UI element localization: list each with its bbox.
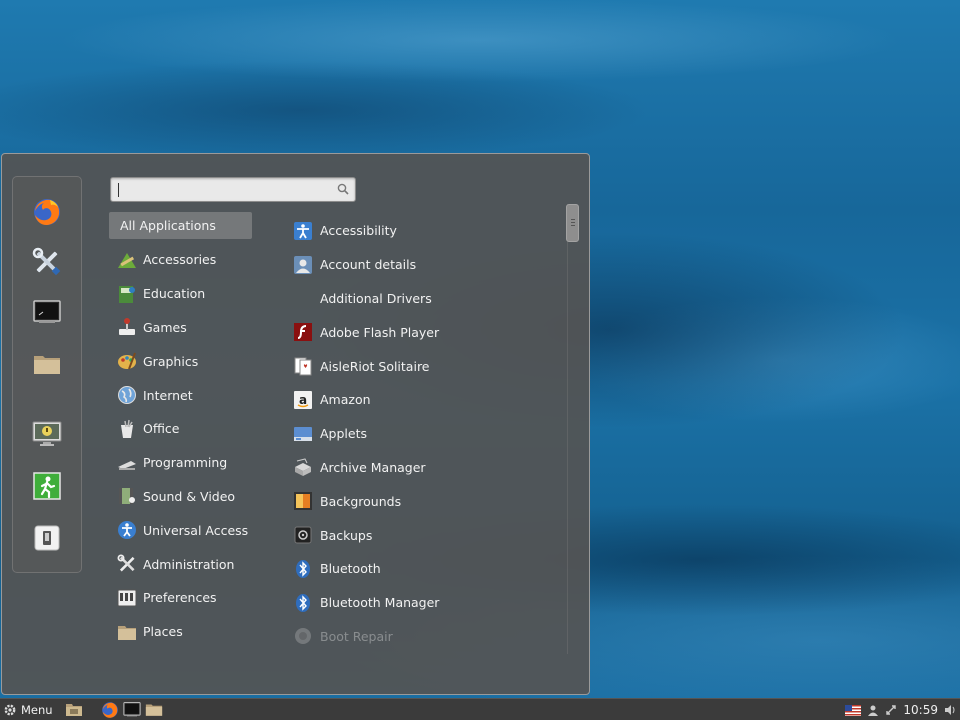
category-games[interactable]: Games	[109, 311, 269, 345]
app-backups[interactable]: Backups	[293, 518, 558, 552]
app-bluetooth[interactable]: Bluetooth	[293, 552, 558, 586]
app-aisleriot-solitaire[interactable]: AisleRiot Solitaire	[293, 349, 558, 383]
universal-access-icon	[117, 520, 137, 540]
app-list-scrollbar[interactable]	[567, 204, 579, 654]
places-icon	[117, 622, 137, 642]
category-education[interactable]: Education	[109, 277, 269, 311]
exit-icon	[33, 472, 61, 500]
folder-icon	[34, 356, 60, 374]
search-icon	[337, 183, 349, 198]
app-account-details[interactable]: Account details	[293, 248, 558, 282]
category-internet[interactable]: Internet	[109, 378, 269, 412]
category-places[interactable]: Places	[109, 615, 269, 649]
user-icon[interactable]	[867, 704, 879, 716]
application-menu: All Applications Accessories Education G…	[1, 153, 590, 695]
favorite-lock-screen[interactable]	[30, 417, 64, 451]
education-icon	[117, 284, 137, 304]
app-amazon[interactable]: a Amazon	[293, 383, 558, 417]
category-graphics[interactable]: Graphics	[109, 344, 269, 378]
menu-button[interactable]: Menu	[0, 703, 53, 717]
scrollbar-thumb[interactable]	[566, 204, 579, 242]
tools-icon	[32, 247, 61, 276]
lock-screen-icon	[32, 421, 62, 446]
favorite-files[interactable]	[30, 347, 64, 381]
bluetooth-icon	[293, 559, 313, 579]
show-desktop-icon	[65, 704, 82, 716]
bottom-panel: Menu 10:59	[0, 698, 960, 720]
app-accessibility[interactable]: Accessibility	[293, 214, 558, 248]
boot-repair-icon	[293, 626, 313, 646]
app-bluetooth-manager[interactable]: Bluetooth Manager	[293, 586, 558, 620]
network-icon[interactable]	[885, 704, 897, 716]
firefox-icon	[34, 199, 60, 225]
favorite-settings[interactable]	[30, 245, 64, 279]
us-flag-icon[interactable]	[845, 704, 862, 716]
category-office[interactable]: Office	[109, 412, 269, 446]
favorite-shutdown[interactable]	[30, 521, 64, 555]
favorite-firefox[interactable]	[30, 195, 64, 229]
clock[interactable]: 10:59	[903, 703, 938, 717]
category-accessories[interactable]: Accessories	[109, 243, 269, 277]
app-additional-drivers[interactable]: Additional Drivers	[293, 282, 558, 316]
terminal-icon	[122, 702, 141, 717]
bluetooth-manager-icon	[293, 593, 313, 613]
favorites-panel	[12, 176, 82, 573]
category-universal-access[interactable]: Universal Access	[109, 513, 269, 547]
svg-text:a: a	[299, 393, 307, 407]
account-icon	[293, 255, 313, 275]
programming-icon	[117, 453, 137, 473]
folder-icon	[145, 704, 162, 716]
text-cursor	[118, 183, 119, 197]
menu-gear-icon	[4, 704, 16, 715]
launcher-files[interactable]	[143, 700, 165, 720]
category-programming[interactable]: Programming	[109, 446, 269, 480]
app-adobe-flash-player[interactable]: Adobe Flash Player	[293, 315, 558, 349]
administration-icon	[117, 554, 137, 574]
application-list: Accessibility Account details Additional…	[293, 214, 558, 653]
category-preferences[interactable]: Preferences	[109, 581, 269, 615]
graphics-icon	[117, 351, 137, 371]
flash-icon	[293, 322, 313, 342]
category-all-applications[interactable]: All Applications	[109, 212, 252, 239]
category-list: All Applications Accessories Education G…	[109, 212, 269, 649]
amazon-icon: a	[293, 390, 313, 410]
office-icon	[117, 419, 137, 439]
archive-icon	[293, 457, 313, 477]
app-backgrounds[interactable]: Backgrounds	[293, 484, 558, 518]
category-administration[interactable]: Administration	[109, 547, 269, 581]
app-archive-manager[interactable]: Archive Manager	[293, 451, 558, 485]
sound-video-icon	[117, 486, 137, 506]
app-boot-repair[interactable]: Boot Repair	[293, 620, 558, 654]
games-icon	[117, 317, 137, 337]
favorite-terminal[interactable]	[30, 295, 64, 329]
applets-icon	[293, 424, 313, 444]
system-tray: 10:59	[845, 699, 956, 720]
search-input[interactable]	[110, 177, 356, 202]
favorite-logout[interactable]	[30, 469, 64, 503]
app-applets[interactable]: Applets	[293, 417, 558, 451]
shutdown-icon	[34, 525, 60, 551]
volume-icon[interactable]	[944, 704, 956, 716]
firefox-icon	[101, 701, 118, 718]
accessories-icon	[117, 250, 137, 270]
launcher-firefox[interactable]	[99, 700, 121, 720]
launcher-terminal[interactable]	[121, 700, 143, 720]
internet-icon	[117, 385, 137, 405]
drivers-icon	[293, 288, 313, 308]
backgrounds-icon	[293, 491, 313, 511]
terminal-icon	[33, 300, 61, 323]
cards-icon	[293, 356, 313, 376]
preferences-icon	[117, 588, 137, 608]
category-sound-video[interactable]: Sound & Video	[109, 480, 269, 514]
accessibility-icon	[293, 221, 313, 241]
backups-icon	[293, 525, 313, 545]
launcher-show-desktop[interactable]	[63, 700, 85, 720]
